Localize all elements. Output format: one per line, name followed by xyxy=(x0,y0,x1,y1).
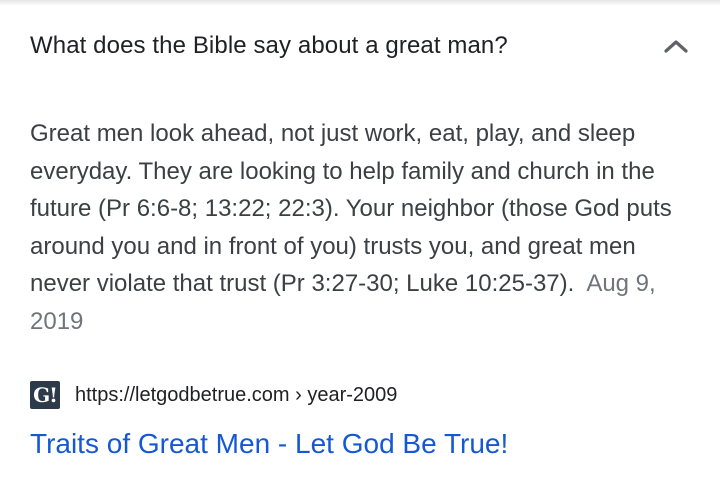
site-favicon: G! xyxy=(30,381,60,409)
answer-text: Great men look ahead, not just work, eat… xyxy=(30,120,672,298)
chevron-up-icon[interactable] xyxy=(662,32,690,60)
result-title-link[interactable]: Traits of Great Men - Let God Be True! xyxy=(30,424,508,464)
faq-question-text: What does the Bible say about a great ma… xyxy=(30,32,508,59)
source-url[interactable]: https://letgodbetrue.com › year-2009 xyxy=(75,384,397,407)
faq-question-toggle[interactable]: What does the Bible say about a great ma… xyxy=(30,22,690,70)
faq-answer: Great men look ahead, not just work, eat… xyxy=(30,115,695,341)
top-shadow xyxy=(0,0,720,6)
source-row[interactable]: G! https://letgodbetrue.com › year-2009 xyxy=(30,380,397,410)
